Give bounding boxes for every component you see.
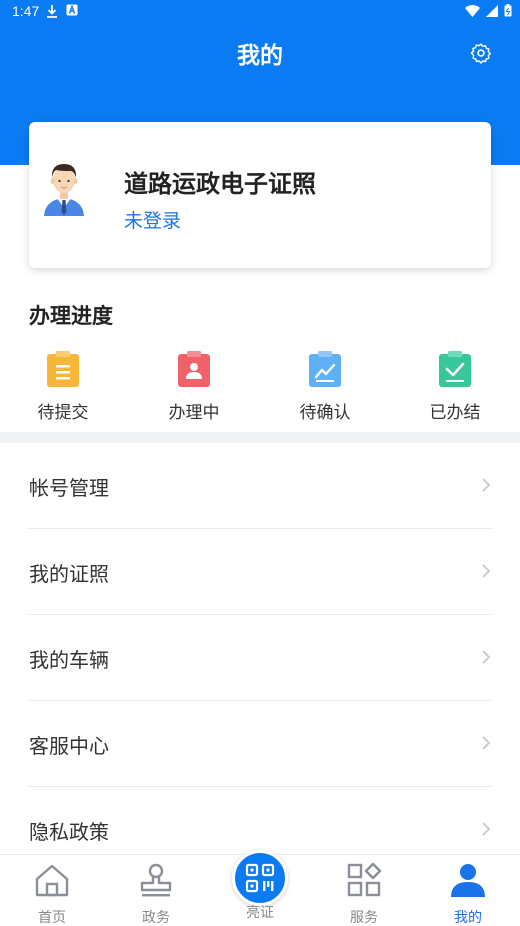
settings-button[interactable] — [468, 40, 494, 66]
progress-label: 待确认 — [299, 403, 351, 423]
progress-label: 办理中 — [168, 403, 220, 423]
avatar — [44, 164, 84, 216]
download-icon — [47, 5, 57, 18]
tab-label: 政务 — [142, 910, 170, 926]
tab-label: 亮证 — [246, 905, 274, 921]
status-time: 1:47 — [12, 3, 40, 19]
home-icon — [35, 864, 69, 897]
progress-pending-confirm[interactable]: 待确认 — [275, 350, 375, 423]
wifi-icon — [465, 4, 480, 17]
menu-list: 帐号管理 我的证照 我的车辆 客服中心 隐私政策 — [0, 443, 520, 873]
profile-card[interactable]: 道路运政电子证照 未登录 — [29, 122, 491, 268]
menu-item-label: 隐私政策 — [29, 820, 109, 844]
gear-icon — [470, 43, 492, 64]
tab-label: 服务 — [350, 910, 378, 926]
chevron-right-icon — [482, 736, 491, 750]
menu-item-label: 我的证照 — [29, 562, 109, 586]
stamp-icon — [140, 863, 172, 897]
tab-mine[interactable]: 我的 — [428, 861, 508, 926]
card-title: 道路运政电子证照 — [124, 170, 316, 198]
tab-services[interactable]: 服务 — [324, 861, 404, 926]
menu-item-label: 客服中心 — [29, 734, 109, 758]
progress-in-process[interactable]: 办理中 — [144, 350, 244, 423]
chevron-right-icon — [482, 822, 491, 836]
battery-icon — [504, 4, 512, 17]
clipboard-check-icon — [439, 351, 471, 387]
menu-item-customer-service[interactable]: 客服中心 — [29, 701, 491, 787]
menu-item-account[interactable]: 帐号管理 — [29, 443, 491, 529]
page-title: 我的 — [237, 43, 283, 69]
progress-completed[interactable]: 已办结 — [405, 350, 505, 423]
menu-item-vehicles[interactable]: 我的车辆 — [29, 615, 491, 701]
clipboard-list-icon — [47, 351, 79, 387]
qr-code-icon — [245, 863, 275, 893]
clipboard-chart-icon — [309, 351, 341, 387]
signal-icon — [486, 4, 498, 17]
tab-label: 首页 — [38, 910, 66, 926]
chevron-right-icon — [482, 650, 491, 664]
menu-item-label: 我的车辆 — [29, 648, 109, 672]
notification-a-icon — [66, 4, 78, 16]
grid-icon — [347, 862, 382, 897]
chevron-right-icon — [482, 478, 491, 492]
login-status-link[interactable]: 未登录 — [124, 206, 181, 233]
tab-government[interactable]: 政务 — [116, 861, 196, 926]
progress-label: 已办结 — [429, 403, 481, 423]
clipboard-person-icon — [178, 351, 210, 387]
menu-item-licenses[interactable]: 我的证照 — [29, 529, 491, 615]
user-icon — [451, 864, 485, 897]
progress-label: 待提交 — [37, 403, 89, 423]
progress-pending-submit[interactable]: 待提交 — [13, 350, 113, 423]
menu-item-label: 帐号管理 — [29, 476, 109, 500]
tab-show-license-button[interactable] — [232, 850, 288, 906]
chevron-right-icon — [482, 564, 491, 578]
section-divider — [0, 432, 520, 443]
tab-home[interactable]: 首页 — [12, 861, 92, 926]
progress-section-title: 办理进度 — [29, 304, 113, 328]
tab-label: 我的 — [454, 910, 482, 926]
progress-row: 待提交 办理中 待确认 已办结 — [0, 350, 520, 423]
status-bar: 1:47 — [0, 0, 520, 24]
